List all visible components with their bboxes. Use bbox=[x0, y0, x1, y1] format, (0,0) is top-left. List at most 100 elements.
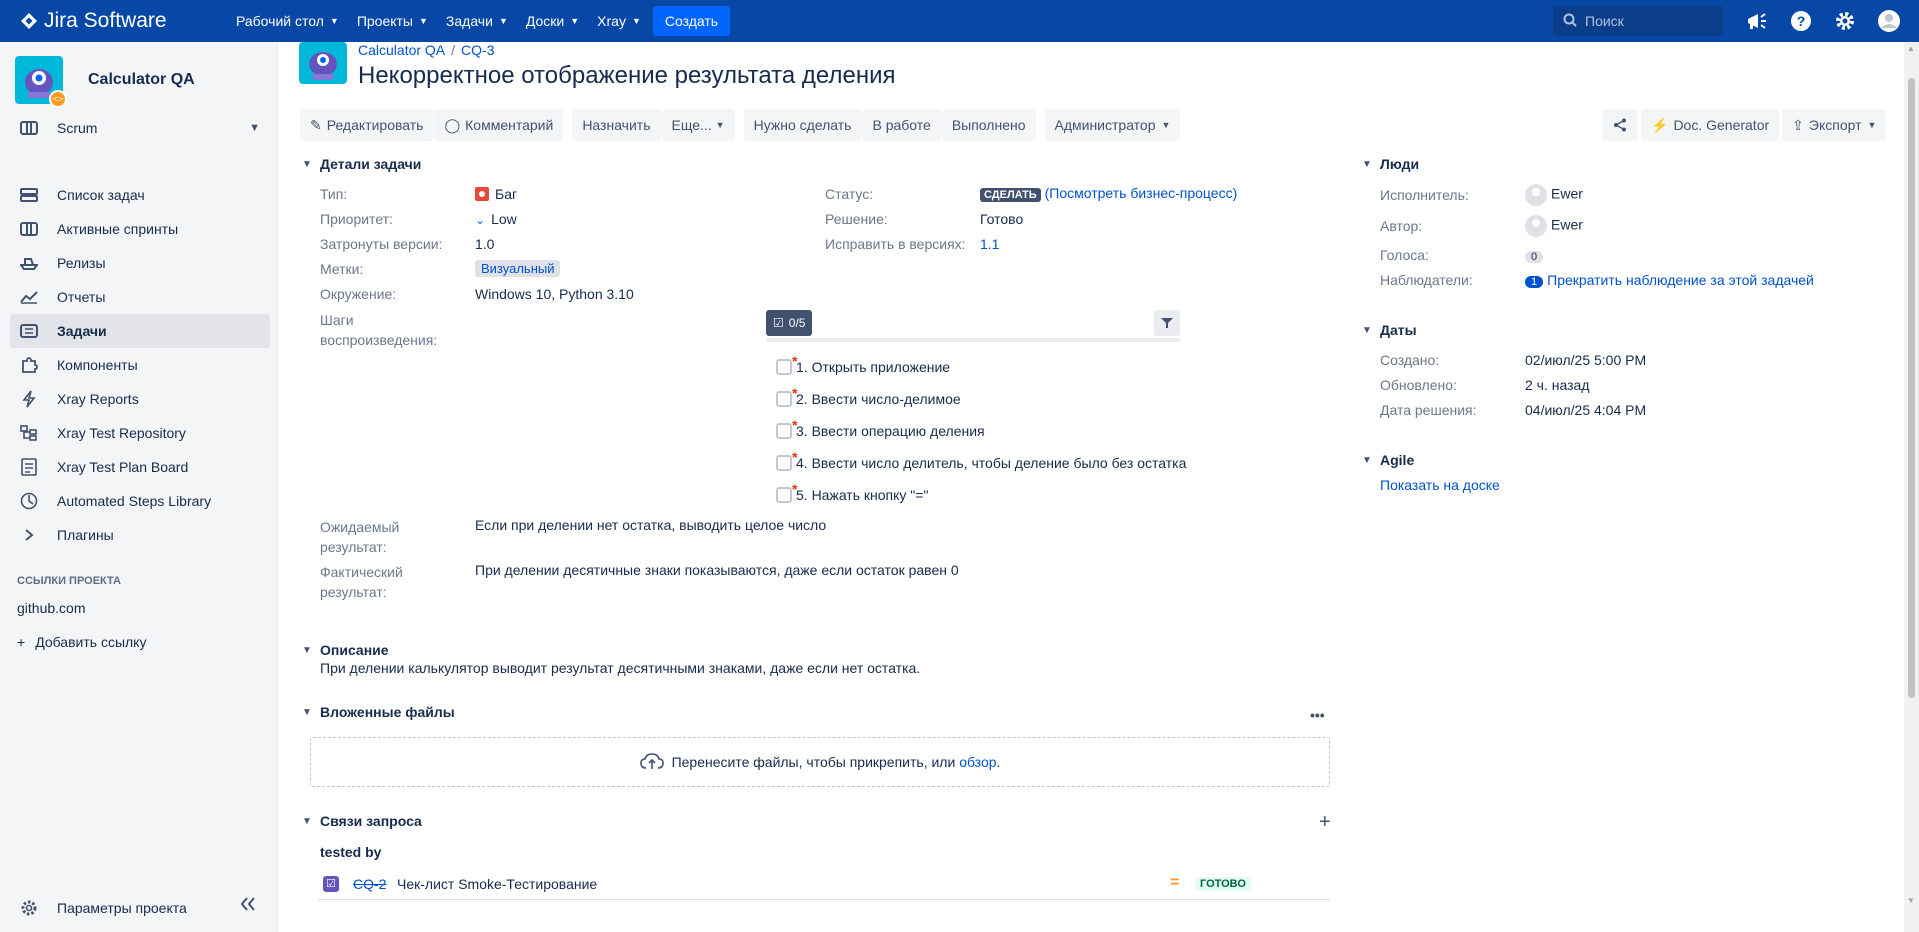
browse-link[interactable]: обзор bbox=[959, 754, 996, 770]
description-section-toggle[interactable]: ▼ Описание bbox=[302, 642, 389, 658]
comment-button[interactable]: ◯ Комментарий bbox=[434, 109, 564, 141]
issue-links-section-toggle[interactable]: ▼ Связи запроса bbox=[302, 813, 422, 829]
share-icon[interactable] bbox=[1602, 109, 1638, 141]
details-section-toggle[interactable]: ▼ Детали задачи bbox=[302, 156, 421, 172]
comment-icon: ◯ bbox=[444, 116, 461, 133]
issue-summary[interactable]: Некорректное отображение результата деле… bbox=[358, 62, 895, 90]
votes-value[interactable]: 0 bbox=[1525, 247, 1544, 263]
sidebar-item-active-sprints[interactable]: Активные спринты bbox=[10, 212, 270, 246]
transition-done-button[interactable]: Выполнено bbox=[941, 109, 1036, 141]
transition-todo-button[interactable]: Нужно сделать bbox=[743, 109, 862, 141]
sidebar-item-reports[interactable]: Отчеты bbox=[10, 280, 270, 314]
status-label: Статус: bbox=[825, 186, 874, 202]
linked-issue-key[interactable]: CQ-2 bbox=[353, 876, 386, 892]
type-value[interactable]: Баг bbox=[475, 186, 517, 202]
fix-version-value[interactable]: 1.1 bbox=[980, 236, 999, 252]
assignee-value[interactable]: Ewer bbox=[1525, 184, 1583, 206]
label-tag[interactable]: Визуальный bbox=[475, 260, 561, 277]
add-link-button[interactable]: + Добавить ссылку bbox=[17, 634, 146, 650]
export-button[interactable]: ⇪ Экспорт ▼ bbox=[1782, 109, 1887, 141]
nav-xray[interactable]: Xray ▼ bbox=[597, 5, 641, 37]
sidebar-item-label: Плагины bbox=[57, 527, 114, 543]
scroll-up-icon[interactable]: ▲ bbox=[1907, 44, 1915, 53]
checklist-item[interactable]: * 2. Ввести число-делимое bbox=[776, 385, 961, 407]
updated-value: 2 ч. назад bbox=[1525, 377, 1590, 393]
admin-button[interactable]: Администратор ▼ bbox=[1044, 109, 1181, 141]
linked-issue-summary[interactable]: Чек-лист Smoke-Тестирование bbox=[397, 876, 597, 892]
edit-button[interactable]: ✎ Редактировать bbox=[300, 109, 434, 141]
project-settings[interactable]: Параметры проекта bbox=[10, 891, 270, 925]
search-input[interactable]: Поиск bbox=[1553, 6, 1723, 36]
attachments-section-toggle[interactable]: ▼ Вложенные файлы bbox=[302, 704, 455, 720]
sidebar-item-xray-test-plan-board[interactable]: Xray Test Plan Board bbox=[10, 450, 270, 484]
project-header[interactable]: <> Calculator QA bbox=[15, 56, 195, 108]
linked-issue-row[interactable]: ☑ CQ-2 Чек-лист Smoke-Тестирование = ГОТ… bbox=[318, 874, 1330, 900]
nav-boards[interactable]: Доски ▼ bbox=[526, 5, 579, 37]
breadcrumb-issue-key[interactable]: CQ-3 bbox=[461, 42, 494, 58]
priority-value[interactable]: ⌄ Low bbox=[475, 211, 517, 227]
doc-generator-button[interactable]: ⚡ Doc. Generator bbox=[1641, 109, 1780, 141]
sidebar-item-automated-steps-library[interactable]: Automated Steps Library bbox=[10, 484, 270, 518]
project-avatar: <> bbox=[15, 56, 67, 108]
stop-watching-link[interactable]: Прекратить наблюдение за этой задачей bbox=[1547, 272, 1814, 288]
section-title: Детали задачи bbox=[320, 156, 422, 172]
scrollbar-thumb[interactable] bbox=[1908, 78, 1915, 698]
jira-diamond-icon bbox=[21, 13, 37, 29]
jira-logo[interactable]: Jira Software bbox=[20, 9, 210, 33]
vertical-scrollbar[interactable]: ▲ ▼ bbox=[1904, 42, 1919, 932]
dates-section-toggle[interactable]: ▼ Даты bbox=[1362, 322, 1417, 338]
sidebar-item-backlog[interactable]: Список задач bbox=[10, 178, 270, 212]
sidebar-item-xray-test-repository[interactable]: Xray Test Repository bbox=[10, 416, 270, 450]
checklist-progress[interactable]: ☑ 0/5 bbox=[766, 310, 813, 336]
more-options-icon[interactable]: ••• bbox=[1310, 707, 1325, 723]
labels-value[interactable]: Визуальный bbox=[475, 260, 561, 277]
checklist-item[interactable]: * 1. Открыть приложение bbox=[776, 353, 950, 375]
assign-button[interactable]: Назначить bbox=[572, 109, 661, 141]
checklist-checkbox[interactable]: * bbox=[776, 481, 797, 503]
sidebar-item-issues[interactable]: Задачи bbox=[10, 314, 270, 348]
nav-issues[interactable]: Задачи ▼ bbox=[446, 5, 508, 37]
board-selector[interactable]: Scrum ▼ bbox=[10, 111, 270, 145]
checklist-checkbox[interactable]: * bbox=[776, 385, 797, 407]
user-avatar-icon[interactable] bbox=[1877, 9, 1901, 33]
breadcrumb-project[interactable]: Calculator QA bbox=[358, 42, 445, 58]
filter-icon[interactable] bbox=[1154, 310, 1180, 336]
view-workflow-link[interactable]: (Посмотреть бизнес-процесс) bbox=[1045, 185, 1238, 201]
help-icon[interactable]: ? bbox=[1789, 9, 1813, 33]
attachment-dropzone[interactable]: Перенесите файлы, чтобы прикрепить, или … bbox=[310, 737, 1330, 787]
project-name: Calculator QA bbox=[88, 71, 195, 88]
add-link-icon[interactable]: + bbox=[1319, 811, 1331, 834]
transition-in-progress-button[interactable]: В работе bbox=[862, 109, 941, 141]
resolved-value: 04/июл/25 4:04 PM bbox=[1525, 402, 1647, 418]
reporter-value[interactable]: Ewer bbox=[1525, 215, 1583, 237]
sidebar-item-plugins[interactable]: Плагины bbox=[10, 518, 270, 552]
show-on-board-link[interactable]: Показать на доске bbox=[1380, 477, 1500, 493]
people-section-toggle[interactable]: ▼ Люди bbox=[1362, 156, 1419, 172]
nav-projects[interactable]: Проекты ▼ bbox=[357, 5, 428, 37]
affects-version-value[interactable]: 1.0 bbox=[475, 236, 494, 252]
checklist-checkbox[interactable]: * bbox=[776, 417, 797, 439]
checkbox-icon: ☑ bbox=[773, 316, 784, 330]
priority-text: Low bbox=[491, 211, 517, 227]
checklist-item[interactable]: * 3. Ввести операцию деления bbox=[776, 417, 985, 439]
gear-icon[interactable] bbox=[1833, 9, 1857, 33]
sidebar-item-releases[interactable]: Релизы bbox=[10, 246, 270, 280]
project-link-github[interactable]: github.com bbox=[17, 600, 85, 616]
sidebar-item-xray-reports[interactable]: Xray Reports bbox=[10, 382, 270, 416]
nav-dashboards[interactable]: Рабочий стол ▼ bbox=[236, 5, 339, 37]
collapse-sidebar-icon[interactable] bbox=[240, 897, 256, 916]
sidebar-item-components[interactable]: Компоненты bbox=[10, 348, 270, 382]
issue-toolbar-right: ⚡ Doc. Generator ⇪ Экспорт ▼ bbox=[1602, 109, 1895, 141]
create-button[interactable]: Создать bbox=[652, 6, 731, 36]
chevron-down-icon: ▼ bbox=[302, 815, 312, 827]
checklist-item[interactable]: * 4. Ввести число делитель, чтобы деление… bbox=[776, 449, 1186, 471]
checklist-item[interactable]: * 5. Нажать кнопку "=" bbox=[776, 481, 928, 503]
checklist-checkbox[interactable]: * bbox=[776, 449, 797, 471]
watchers-value[interactable]: 1 Прекратить наблюдение за этой задачей bbox=[1525, 272, 1814, 288]
more-button[interactable]: Еще... ▼ bbox=[661, 109, 735, 141]
scroll-down-icon[interactable]: ▼ bbox=[1907, 896, 1915, 905]
agile-section-toggle[interactable]: ▼ Agile bbox=[1362, 452, 1414, 468]
checklist-checkbox[interactable]: * bbox=[776, 353, 797, 375]
description-text[interactable]: При делении калькулятор выводит результа… bbox=[320, 660, 920, 676]
megaphone-icon[interactable] bbox=[1745, 9, 1769, 33]
